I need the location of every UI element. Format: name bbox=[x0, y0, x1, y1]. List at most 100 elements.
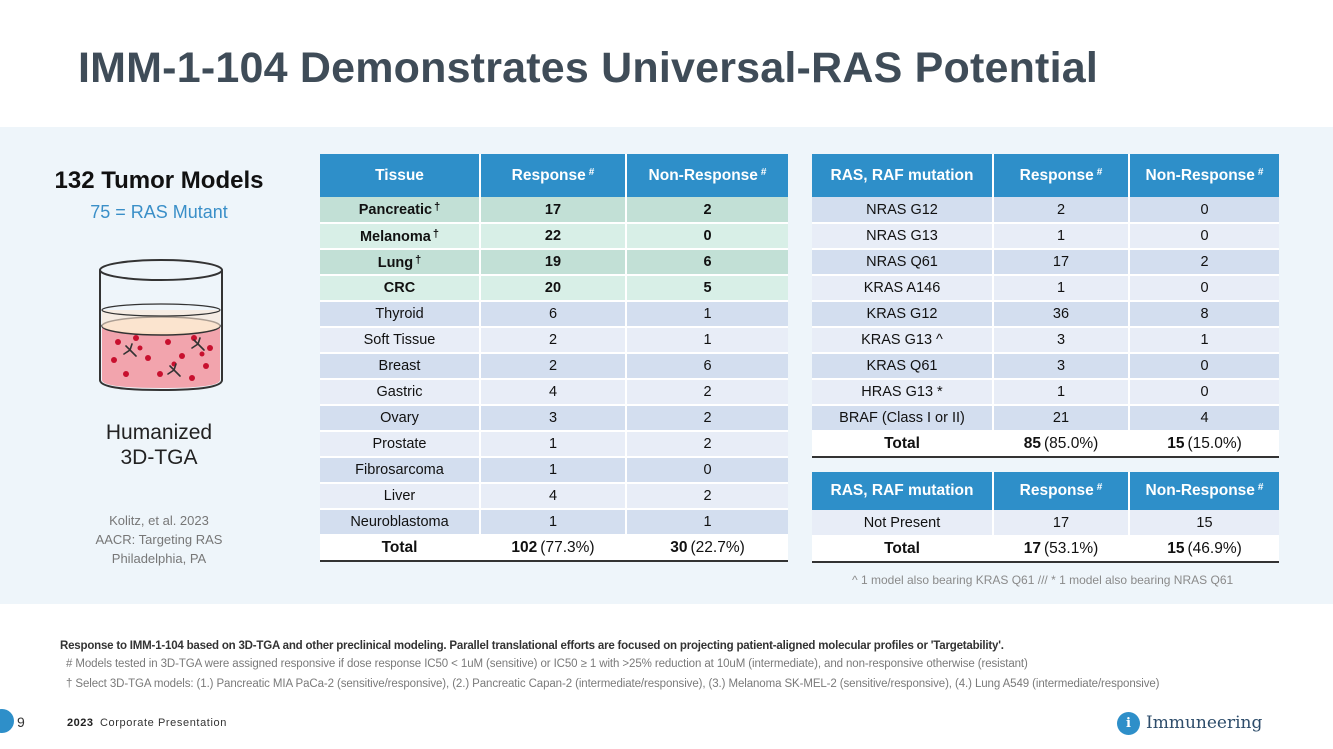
row-label-cell: Thyroid bbox=[320, 301, 480, 328]
models-title: 132 Tumor Models bbox=[54, 167, 264, 194]
table-row: Soft Tissue 2 1 bbox=[320, 327, 788, 354]
table-row: CRC 20 5 bbox=[320, 275, 788, 302]
nonresponse-cell: 0 bbox=[1128, 275, 1279, 302]
table-row: HRAS G13 * 1 0 bbox=[812, 379, 1279, 406]
header-nonresponse: Non-Response # bbox=[625, 154, 788, 197]
company-logo: i Immuneering bbox=[1117, 711, 1262, 735]
row-label-cell: Neuroblastoma bbox=[320, 509, 480, 536]
header-nonresponse: Non-Response # bbox=[1128, 154, 1279, 197]
nonresponse-cell: 2 bbox=[625, 431, 788, 458]
dagger-mark: † bbox=[432, 227, 440, 240]
row-label-cell: NRAS Q61 bbox=[812, 249, 993, 276]
header-nonresponse: Non-Response # bbox=[1128, 472, 1279, 510]
row-label-cell: KRAS G12 bbox=[812, 301, 993, 328]
row-label-cell: Fibrosarcoma bbox=[320, 457, 480, 484]
response-cell: 2 bbox=[479, 353, 626, 380]
row-label-cell: Not Present bbox=[812, 510, 993, 537]
nonresponse-cell: 5 bbox=[625, 275, 788, 302]
total-nonresponse-cell: 30 (22.7%) bbox=[625, 534, 788, 562]
total-row: Total 102 (77.3%) 30 (22.7%) bbox=[320, 534, 788, 562]
nonresponse-cell: 8 bbox=[1128, 301, 1279, 328]
nonresponse-cell: 2 bbox=[625, 483, 788, 510]
response-cell: 6 bbox=[479, 301, 626, 328]
nonresponse-cell: 0 bbox=[1128, 379, 1279, 406]
table-row: Breast 2 6 bbox=[320, 353, 788, 380]
header-response: Response # bbox=[479, 154, 626, 197]
row-label-cell: Lung † bbox=[320, 249, 480, 276]
row-label-cell: Pancreatic † bbox=[320, 197, 480, 224]
table-row: Thyroid 6 1 bbox=[320, 301, 788, 328]
dagger-mark: † bbox=[434, 201, 441, 213]
row-label-cell: Soft Tissue bbox=[320, 327, 480, 354]
table-row: Gastric 4 2 bbox=[320, 379, 788, 406]
response-note: Response to IMM-1-104 based on 3D-TGA an… bbox=[60, 640, 1004, 652]
response-cell: 22 bbox=[479, 223, 626, 250]
total-label: Total bbox=[320, 534, 480, 562]
nonresponse-cell: 2 bbox=[1128, 249, 1279, 276]
footer-label: Corporate Presentation bbox=[100, 717, 227, 729]
tissue-response-table: Tissue Response # Non-Response # Pancreati… bbox=[320, 154, 788, 562]
table-row: Lung † 19 6 bbox=[320, 249, 788, 276]
total-nonresponse-cell: 15 (15.0%) bbox=[1128, 430, 1279, 458]
nonresponse-cell: 2 bbox=[625, 197, 788, 224]
total-nonresponse-cell: 15 (46.9%) bbox=[1128, 535, 1279, 563]
table-row: Not Present 17 15 bbox=[812, 510, 1279, 537]
mutation-footnote: ^ 1 model also bearing KRAS Q61 /// * 1 … bbox=[852, 573, 1234, 587]
row-label-cell: KRAS Q61 bbox=[812, 353, 993, 380]
response-cell: 1 bbox=[992, 379, 1129, 406]
header-response: Response # bbox=[992, 154, 1129, 197]
response-cell: 20 bbox=[479, 275, 626, 302]
header-tissue: Tissue bbox=[320, 154, 480, 197]
method-label: Humanized 3D-TGA bbox=[105, 421, 213, 469]
response-cell: 4 bbox=[479, 483, 626, 510]
citation: Kolitz, et al. 2023 AACR: Targeting RAS … bbox=[95, 513, 223, 566]
total-response-cell: 102 (77.3%) bbox=[479, 534, 626, 562]
total-label: Total bbox=[812, 535, 993, 563]
page-number: 9 bbox=[17, 714, 25, 730]
response-cell: 1 bbox=[479, 457, 626, 484]
nonresponse-cell: 2 bbox=[625, 379, 788, 406]
nonresponse-cell: 6 bbox=[625, 249, 788, 276]
table-row: Melanoma † 22 0 bbox=[320, 223, 788, 250]
table-row: NRAS Q61 17 2 bbox=[812, 249, 1279, 276]
header-mutation: RAS, RAF mutation bbox=[812, 472, 993, 510]
nonresponse-cell: 1 bbox=[625, 509, 788, 536]
row-label-cell: NRAS G13 bbox=[812, 223, 993, 250]
table-row: Neuroblastoma 1 1 bbox=[320, 509, 788, 536]
response-cell: 17 bbox=[992, 249, 1129, 276]
response-cell: 3 bbox=[992, 353, 1129, 380]
nonresponse-cell: 4 bbox=[1128, 405, 1279, 432]
beaker-with-cells-icon bbox=[99, 259, 223, 392]
nonresponse-cell: 6 bbox=[625, 353, 788, 380]
row-label-cell: NRAS G12 bbox=[812, 197, 993, 224]
response-cell: 17 bbox=[992, 510, 1129, 537]
table-row: Ovary 3 2 bbox=[320, 405, 788, 432]
header-mutation: RAS, RAF mutation bbox=[812, 154, 993, 197]
row-label-cell: Gastric bbox=[320, 379, 480, 406]
table-row: Fibrosarcoma 1 0 bbox=[320, 457, 788, 484]
table-row: KRAS G12 36 8 bbox=[812, 301, 1279, 328]
mutation-response-table: RAS, RAF mutation Response # Non-Response… bbox=[812, 154, 1279, 458]
nonresponse-cell: 1 bbox=[1128, 327, 1279, 354]
row-label-cell: Ovary bbox=[320, 405, 480, 432]
total-label: Total bbox=[812, 430, 993, 458]
nonresponse-cell: 1 bbox=[625, 301, 788, 328]
table-row: NRAS G12 2 0 bbox=[812, 197, 1279, 224]
table-row: KRAS A146 1 0 bbox=[812, 275, 1279, 302]
table-row: KRAS G13 ^ 3 1 bbox=[812, 327, 1279, 354]
row-label-cell: Liver bbox=[320, 483, 480, 510]
table-row: KRAS Q61 3 0 bbox=[812, 353, 1279, 380]
nonresponse-cell: 2 bbox=[625, 405, 788, 432]
response-cell: 3 bbox=[992, 327, 1129, 354]
response-cell: 2 bbox=[479, 327, 626, 354]
response-cell: 2 bbox=[992, 197, 1129, 224]
table-row: Pancreatic † 17 2 bbox=[320, 197, 788, 224]
row-label-cell: KRAS G13 ^ bbox=[812, 327, 993, 354]
footer-year: 2023 bbox=[67, 717, 94, 729]
response-cell: 36 bbox=[992, 301, 1129, 328]
response-cell: 1 bbox=[479, 431, 626, 458]
response-cell: 1 bbox=[992, 223, 1129, 250]
nonresponse-cell: 0 bbox=[625, 223, 788, 250]
row-label-cell: Breast bbox=[320, 353, 480, 380]
hash-footnote: # Models tested in 3D-TGA were assigned … bbox=[66, 658, 1028, 670]
